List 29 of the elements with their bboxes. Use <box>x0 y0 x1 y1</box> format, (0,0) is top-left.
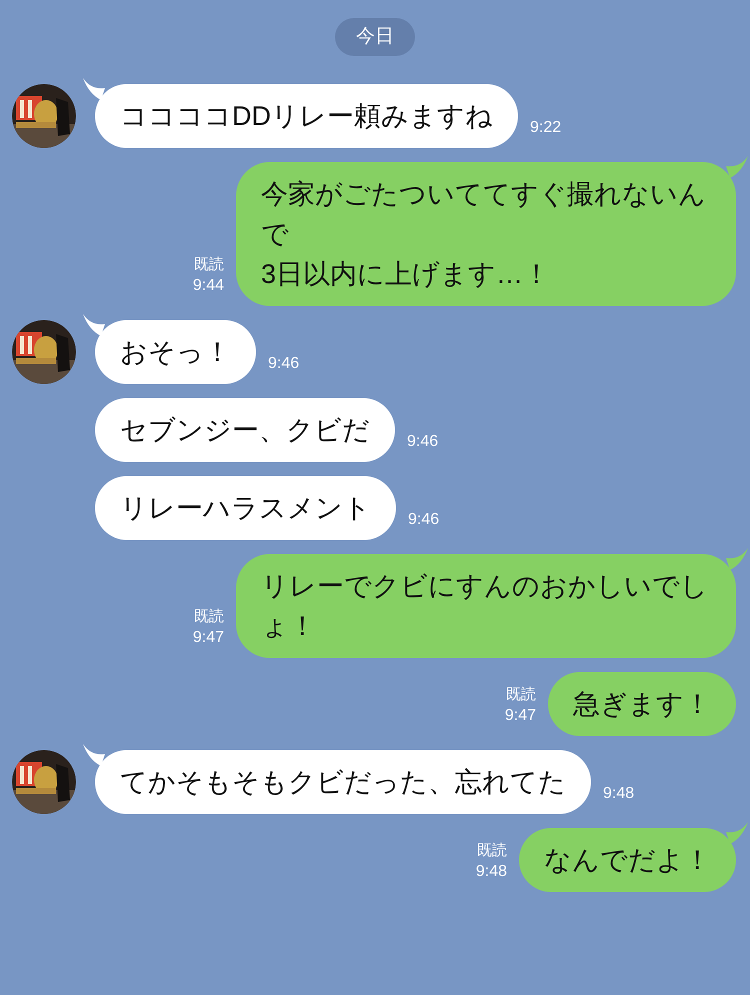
message-bubble: ココココDDリレー頼みますね <box>95 84 518 148</box>
read-receipt: 既読 <box>194 607 224 627</box>
message-time: 9:47 <box>504 706 536 726</box>
message-time: 9:46 <box>407 432 438 452</box>
message-bubble: リレーハラスメント <box>95 476 396 540</box>
message-bubble: てかそもそもクビだった、忘れてた <box>95 750 591 814</box>
message-time: 9:44 <box>192 276 224 296</box>
message-bubble: 今家がごたついててすぐ撮れないんで 3日以内に上げます…！ <box>236 162 736 306</box>
message-bubble: セブンジー、クビだ <box>95 398 395 462</box>
read-receipt: 既読 <box>194 255 224 275</box>
date-label: 今日 <box>335 18 415 56</box>
bubble-tail <box>726 156 748 178</box>
message-time: 9:46 <box>408 510 440 530</box>
message-bubble: なんでだよ！ <box>519 828 736 892</box>
read-receipt: 既読 <box>506 685 536 705</box>
bubble-tail <box>83 744 105 766</box>
bubble-tail <box>726 548 748 570</box>
message-bubble: おそっ！ <box>95 320 256 384</box>
message-bubble: 急ぎます！ <box>548 672 736 736</box>
bubble-tail <box>83 314 105 336</box>
message-time: 9:46 <box>268 354 300 374</box>
message-time: 9:22 <box>530 118 562 138</box>
message-time: 9:48 <box>603 784 634 804</box>
read-receipt: 既読 <box>477 841 507 861</box>
bubble-tail <box>83 78 105 100</box>
bubble-tail <box>726 822 748 844</box>
message-bubble: リレーでクビにすんのおかしいでしょ！ <box>236 554 736 658</box>
message-time: 9:47 <box>192 628 224 648</box>
message-time: 9:48 <box>476 862 507 882</box>
